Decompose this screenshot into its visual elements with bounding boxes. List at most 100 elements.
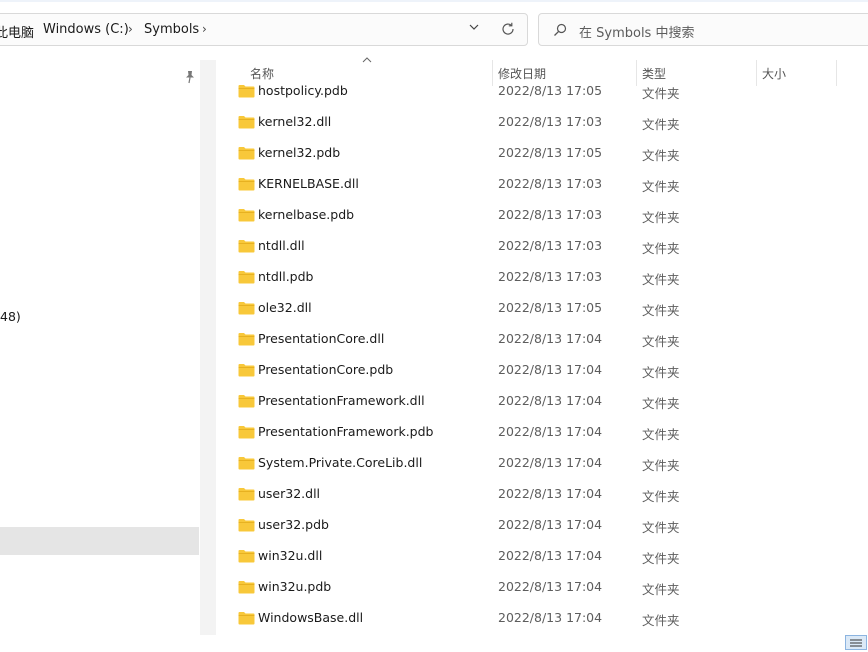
table-row[interactable]: hostpolicy.pdb 2022/8/13 17:05 文件夹 bbox=[216, 77, 868, 108]
file-date: 2022/8/13 17:03 bbox=[498, 114, 603, 129]
table-row[interactable]: kernel32.pdb 2022/8/13 17:05 文件夹 bbox=[216, 139, 868, 170]
table-row[interactable]: ntdll.pdb 2022/8/13 17:03 文件夹 bbox=[216, 263, 868, 294]
search-input[interactable]: 在 Symbols 中搜索 bbox=[579, 22, 694, 41]
file-name[interactable]: ntdll.dll bbox=[258, 238, 305, 253]
file-name[interactable]: win32u.pdb bbox=[258, 579, 331, 594]
chevron-right-icon[interactable]: › bbox=[202, 22, 207, 36]
folder-icon bbox=[238, 581, 255, 594]
table-row[interactable]: PresentationFramework.pdb 2022/8/13 17:04… bbox=[216, 418, 868, 449]
table-row[interactable]: System.Private.CoreLib.dll 2022/8/13 17:0… bbox=[216, 449, 868, 480]
file-type: 文件夹 bbox=[642, 303, 680, 318]
table-row[interactable]: PresentationCore.dll 2022/8/13 17:04 文件夹 bbox=[216, 325, 868, 356]
file-type: 文件夹 bbox=[642, 582, 680, 597]
file-date: 2022/8/13 17:04 bbox=[498, 548, 603, 563]
folder-icon bbox=[238, 178, 255, 191]
search-box[interactable]: 在 Symbols 中搜索 bbox=[538, 13, 868, 46]
folder-icon bbox=[238, 302, 255, 315]
file-date: 2022/8/13 17:03 bbox=[498, 269, 603, 284]
file-date: 2022/8/13 17:03 bbox=[498, 176, 603, 191]
file-type: 文件夹 bbox=[642, 458, 680, 473]
file-name[interactable]: KERNELBASE.dll bbox=[258, 176, 359, 191]
file-name[interactable]: hostpolicy.pdb bbox=[258, 83, 348, 98]
file-type: 文件夹 bbox=[642, 520, 680, 535]
nav-item-label[interactable]: 48) bbox=[0, 309, 21, 324]
breadcrumb-drive[interactable]: Windows (C:) bbox=[43, 22, 129, 37]
breadcrumb-symbols[interactable]: Symbols bbox=[144, 22, 199, 37]
navigation-pane: 48) bbox=[0, 60, 200, 640]
folder-icon bbox=[238, 240, 255, 253]
list-view-icon bbox=[850, 639, 862, 647]
folder-icon bbox=[238, 426, 255, 439]
table-row[interactable]: kernelbase.pdb 2022/8/13 17:03 文件夹 bbox=[216, 201, 868, 232]
search-icon bbox=[554, 23, 567, 36]
file-name[interactable]: System.Private.CoreLib.dll bbox=[258, 455, 422, 470]
file-date: 2022/8/13 17:04 bbox=[498, 362, 603, 377]
file-date: 2022/8/13 17:03 bbox=[498, 207, 603, 222]
file-name[interactable]: win32u.dll bbox=[258, 548, 322, 563]
table-row[interactable]: user32.pdb 2022/8/13 17:04 文件夹 bbox=[216, 511, 868, 542]
refresh-icon[interactable] bbox=[500, 21, 516, 37]
file-list: 名称 修改日期 类型 大小 hostpolicy.pdb 2022/8/13 17… bbox=[216, 57, 868, 640]
file-type: 文件夹 bbox=[642, 365, 680, 380]
table-row[interactable]: KERNELBASE.dll 2022/8/13 17:03 文件夹 bbox=[216, 170, 868, 201]
file-date: 2022/8/13 17:04 bbox=[498, 486, 603, 501]
pane-divider[interactable] bbox=[200, 60, 216, 635]
file-type: 文件夹 bbox=[642, 117, 680, 132]
file-date: 2022/8/13 17:04 bbox=[498, 424, 603, 439]
file-type: 文件夹 bbox=[642, 427, 680, 442]
file-name[interactable]: PresentationCore.pdb bbox=[258, 362, 393, 377]
table-row[interactable]: kernel32.dll 2022/8/13 17:03 文件夹 bbox=[216, 108, 868, 139]
file-name[interactable]: PresentationCore.dll bbox=[258, 331, 384, 346]
file-date: 2022/8/13 17:05 bbox=[498, 145, 603, 160]
table-row[interactable]: ole32.dll 2022/8/13 17:05 文件夹 bbox=[216, 294, 868, 325]
file-type: 文件夹 bbox=[642, 148, 680, 163]
sort-ascending-icon bbox=[362, 57, 372, 63]
file-date: 2022/8/13 17:04 bbox=[498, 455, 603, 470]
file-name[interactable]: ntdll.pdb bbox=[258, 269, 313, 284]
file-type: 文件夹 bbox=[642, 489, 680, 504]
file-name[interactable]: kernelbase.pdb bbox=[258, 207, 354, 222]
address-bar[interactable]: 此电脑 › Windows (C:) › Symbols › bbox=[0, 13, 528, 46]
chevron-down-icon[interactable] bbox=[468, 21, 480, 33]
file-date: 2022/8/13 17:04 bbox=[498, 579, 603, 594]
folder-icon bbox=[238, 550, 255, 563]
file-name[interactable]: WindowsBase.dll bbox=[258, 610, 363, 625]
folder-icon bbox=[238, 116, 255, 129]
folder-icon bbox=[238, 488, 255, 501]
file-name[interactable]: kernel32.dll bbox=[258, 114, 331, 129]
file-date: 2022/8/13 17:04 bbox=[498, 393, 603, 408]
details-view-button[interactable] bbox=[845, 635, 867, 650]
file-type: 文件夹 bbox=[642, 396, 680, 411]
folder-icon bbox=[238, 395, 255, 408]
file-name[interactable]: PresentationFramework.dll bbox=[258, 393, 425, 408]
folder-icon bbox=[238, 612, 255, 625]
chevron-right-icon[interactable]: › bbox=[25, 22, 30, 36]
file-type: 文件夹 bbox=[642, 210, 680, 225]
nav-item-selected[interactable] bbox=[0, 527, 199, 555]
file-type: 文件夹 bbox=[642, 334, 680, 349]
file-date: 2022/8/13 17:05 bbox=[498, 83, 603, 98]
folder-icon bbox=[238, 147, 255, 160]
pin-icon[interactable] bbox=[183, 70, 197, 84]
file-name[interactable]: ole32.dll bbox=[258, 300, 312, 315]
folder-icon bbox=[238, 333, 255, 346]
chevron-right-icon[interactable]: › bbox=[128, 22, 133, 36]
table-row[interactable]: win32u.pdb 2022/8/13 17:04 文件夹 bbox=[216, 573, 868, 604]
table-row[interactable]: PresentationFramework.dll 2022/8/13 17:04… bbox=[216, 387, 868, 418]
table-row[interactable]: win32u.dll 2022/8/13 17:04 文件夹 bbox=[216, 542, 868, 573]
table-row[interactable]: user32.dll 2022/8/13 17:04 文件夹 bbox=[216, 480, 868, 511]
file-type: 文件夹 bbox=[642, 179, 680, 194]
folder-icon bbox=[238, 209, 255, 222]
file-type: 文件夹 bbox=[642, 272, 680, 287]
file-name[interactable]: kernel32.pdb bbox=[258, 145, 340, 160]
table-row[interactable]: ntdll.dll 2022/8/13 17:03 文件夹 bbox=[216, 232, 868, 263]
table-row[interactable]: WindowsBase.dll 2022/8/13 17:04 文件夹 bbox=[216, 604, 868, 635]
file-name[interactable]: PresentationFramework.pdb bbox=[258, 424, 433, 439]
file-type: 文件夹 bbox=[642, 86, 680, 101]
file-date: 2022/8/13 17:05 bbox=[498, 300, 603, 315]
folder-icon bbox=[238, 271, 255, 284]
file-name[interactable]: user32.dll bbox=[258, 486, 320, 501]
table-row[interactable]: PresentationCore.pdb 2022/8/13 17:04 文件夹 bbox=[216, 356, 868, 387]
file-name[interactable]: user32.pdb bbox=[258, 517, 329, 532]
file-type: 文件夹 bbox=[642, 241, 680, 256]
